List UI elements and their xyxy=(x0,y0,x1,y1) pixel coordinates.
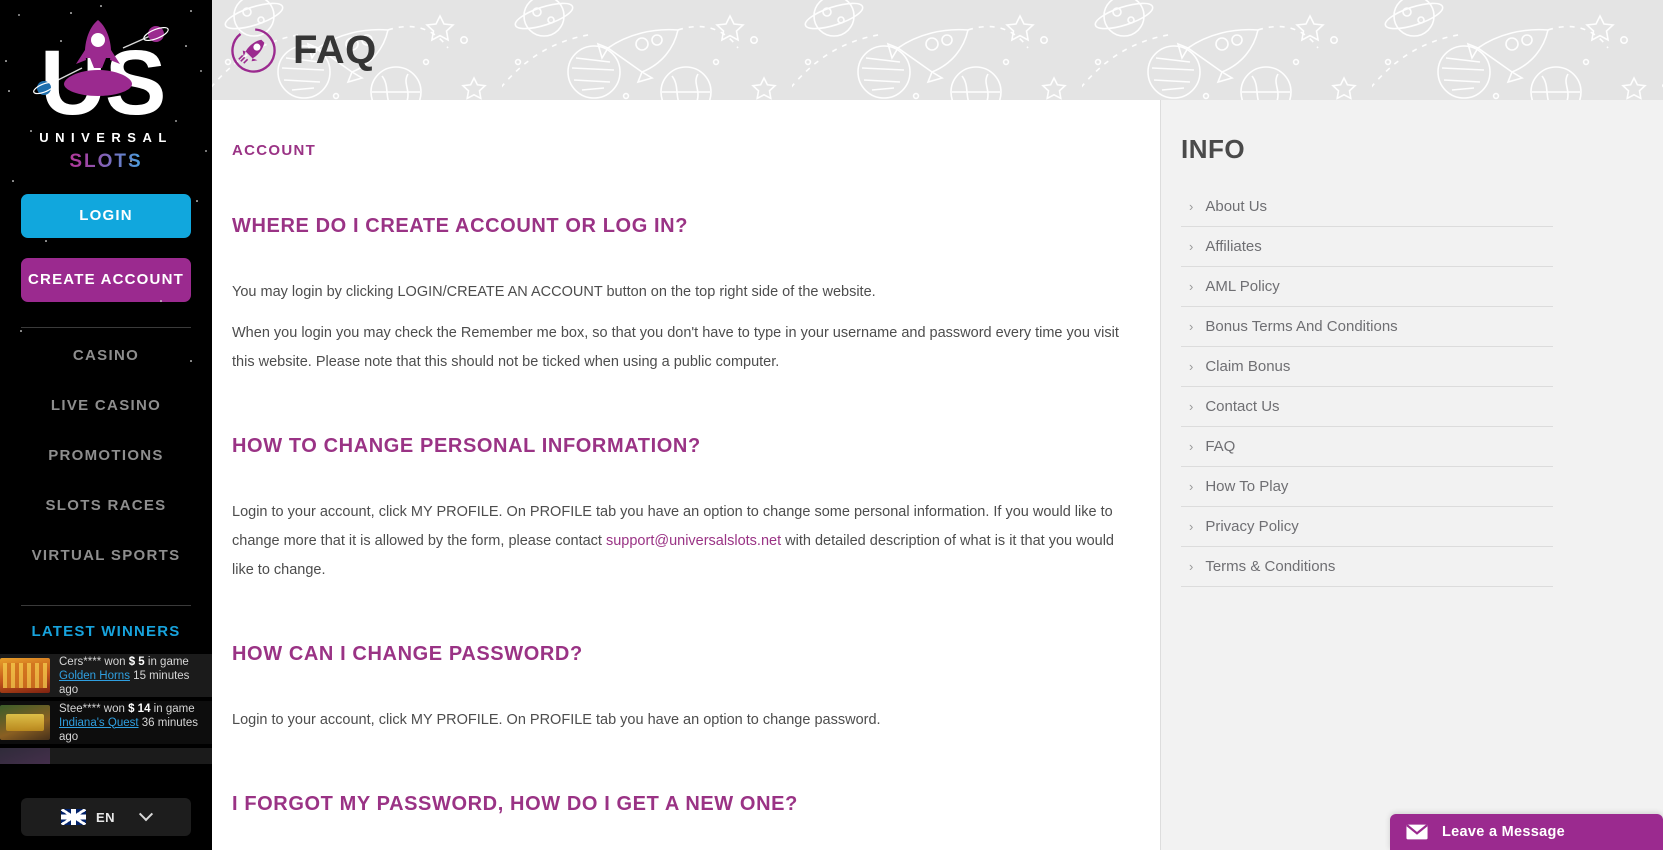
winner-amount: $ 5 xyxy=(128,655,145,668)
info-item-label: FAQ xyxy=(1205,438,1236,455)
rocket-circle-icon xyxy=(231,27,276,73)
page-title: FAQ xyxy=(293,27,377,72)
faq-answer-paragraph: When you login you may check the Remembe… xyxy=(232,325,1119,370)
info-panel-title: INFO xyxy=(1181,134,1246,164)
info-panel: INFO › About Us › Affiliates › AML Polic… xyxy=(1160,100,1663,850)
info-item-label: Privacy Policy xyxy=(1205,518,1299,535)
info-item-label: Terms & Conditions xyxy=(1205,558,1336,575)
rocket-logo-icon: U S xyxy=(33,20,169,130)
faq-entry: HOW TO CHANGE PERSONAL INFORMATION? Logi… xyxy=(232,435,1124,585)
leave-a-message-button[interactable]: Leave a Message xyxy=(1390,814,1663,850)
chevron-right-icon: › xyxy=(1189,519,1194,534)
info-item-label: AML Policy xyxy=(1205,278,1280,295)
faq-answer-paragraph: Login to your account, click MY PROFILE.… xyxy=(232,712,881,728)
chevron-down-icon xyxy=(138,807,154,822)
brand-logo[interactable]: U S UNIV xyxy=(0,0,212,178)
faq-question: HOW CAN I CHANGE PASSWORD? xyxy=(232,643,583,665)
winner-player: Stee**** xyxy=(59,702,101,715)
winner-in-game: in game xyxy=(153,702,195,715)
envelope-icon xyxy=(1406,824,1428,840)
winner-player: Cers**** xyxy=(59,655,102,668)
winner-amount: $ 14 xyxy=(128,702,151,715)
chevron-right-icon: › xyxy=(1189,559,1194,574)
chevron-right-icon: › xyxy=(1189,319,1194,334)
latest-winners-list: Cers**** won $ 5 in game Golden Horns 15… xyxy=(0,654,212,764)
info-item-label: Contact Us xyxy=(1205,398,1280,415)
brand-name-line2: SLOTS xyxy=(20,151,192,173)
body-row: ACCOUNT WHERE DO I CREATE ACCOUNT OR LOG… xyxy=(212,100,1663,850)
chevron-right-icon: › xyxy=(1189,359,1194,374)
sidebar-item-promotions[interactable]: PROMOTIONS xyxy=(0,430,212,480)
info-item-contact-us[interactable]: › Contact Us xyxy=(1181,387,1553,427)
game-thumbnail-indianas-quest xyxy=(0,705,50,740)
game-thumbnail-partial xyxy=(0,748,50,764)
info-item-how-to-play[interactable]: › How To Play xyxy=(1181,467,1553,507)
page-root: U S UNIV xyxy=(0,0,1663,850)
winner-list-item[interactable]: Stee**** won $ 14 in game Indiana's Ques… xyxy=(0,701,212,744)
main-area: FAQ ACCOUNT WHERE DO I CREATE ACCOUNT OR… xyxy=(212,0,1663,850)
login-button[interactable]: LOGIN xyxy=(21,194,191,238)
faq-section-title: ACCOUNT xyxy=(232,142,317,159)
winner-text: Cers**** won $ 5 in game Golden Horns 15… xyxy=(59,655,202,697)
faq-answer-paragraph: You may login by clicking LOGIN/CREATE A… xyxy=(232,284,876,300)
info-item-label: About Us xyxy=(1205,198,1268,215)
chevron-right-icon: › xyxy=(1189,399,1194,414)
sidebar-item-virtual-sports[interactable]: VIRTUAL SPORTS xyxy=(0,530,212,580)
info-item-label: Affiliates xyxy=(1205,238,1262,255)
faq-question: WHERE DO I CREATE ACCOUNT OR LOG IN? xyxy=(232,215,689,237)
info-item-about-us[interactable]: › About Us xyxy=(1181,187,1553,227)
info-item-affiliates[interactable]: › Affiliates xyxy=(1181,227,1553,267)
winner-won-word: won xyxy=(104,655,126,668)
latest-winners-title: LATEST WINNERS xyxy=(31,623,181,640)
uk-flag-icon xyxy=(60,809,86,825)
faq-entry: HOW CAN I CHANGE PASSWORD? Login to your… xyxy=(232,643,1124,735)
info-link-list: › About Us › Affiliates › AML Policy › B… xyxy=(1181,187,1553,587)
faq-answer-paragraph: Login to your account, click MY PROFILE.… xyxy=(232,498,1124,585)
info-item-claim-bonus[interactable]: › Claim Bonus xyxy=(1181,347,1553,387)
info-item-bonus-terms[interactable]: › Bonus Terms And Conditions xyxy=(1181,307,1553,347)
sidebar-nav: CASINO LIVE CASINO PROMOTIONS SLOTS RACE… xyxy=(0,328,212,580)
faq-question: I FORGOT MY PASSWORD, HOW DO I GET A NEW… xyxy=(232,793,798,815)
create-account-button[interactable]: CREATE ACCOUNT xyxy=(21,258,191,302)
support-email-link[interactable]: support@universalslots.net xyxy=(606,533,781,549)
info-item-privacy-policy[interactable]: › Privacy Policy xyxy=(1181,507,1553,547)
language-bar: EN xyxy=(0,784,212,850)
faq-entry: WHERE DO I CREATE ACCOUNT OR LOG IN? You… xyxy=(232,215,1124,377)
left-sidebar: U S UNIV xyxy=(0,0,212,850)
sidebar-item-slots-races[interactable]: SLOTS RACES xyxy=(0,480,212,530)
faq-question: HOW TO CHANGE PERSONAL INFORMATION? xyxy=(232,435,701,457)
sidebar-item-live-casino[interactable]: LIVE CASINO xyxy=(0,380,212,430)
brand-name-line1: UNIVERSAL xyxy=(39,130,173,145)
leave-a-message-label: Leave a Message xyxy=(1442,824,1565,840)
info-item-label: Bonus Terms And Conditions xyxy=(1205,318,1398,335)
info-item-aml-policy[interactable]: › AML Policy xyxy=(1181,267,1553,307)
info-item-terms-conditions[interactable]: › Terms & Conditions xyxy=(1181,547,1553,587)
chevron-right-icon: › xyxy=(1189,479,1194,494)
winner-in-game: in game xyxy=(147,655,189,668)
faq-entry: I FORGOT MY PASSWORD, HOW DO I GET A NEW… xyxy=(232,793,1124,816)
game-thumbnail-golden-horns xyxy=(0,658,50,693)
page-header: FAQ xyxy=(212,0,1663,100)
winner-text: Stee**** won $ 14 in game Indiana's Ques… xyxy=(59,702,202,744)
space-pattern-decoration xyxy=(212,0,1663,100)
winner-game-link[interactable]: Golden Horns xyxy=(59,670,130,682)
chevron-right-icon: › xyxy=(1189,239,1194,254)
info-item-label: How To Play xyxy=(1205,478,1289,495)
chevron-right-icon: › xyxy=(1189,199,1194,214)
winner-list-item[interactable]: Cers**** won $ 5 in game Golden Horns 15… xyxy=(0,654,212,697)
language-selector[interactable]: EN xyxy=(21,798,191,836)
language-code: EN xyxy=(95,809,116,825)
chevron-right-icon: › xyxy=(1189,439,1194,454)
info-item-faq[interactable]: › FAQ xyxy=(1181,427,1553,467)
chevron-right-icon: › xyxy=(1189,279,1194,294)
winner-list-item-partial[interactable] xyxy=(0,748,212,764)
winner-game-link[interactable]: Indiana's Quest xyxy=(59,717,139,729)
info-item-label: Claim Bonus xyxy=(1205,358,1291,375)
sidebar-item-casino[interactable]: CASINO xyxy=(0,330,212,380)
faq-content: ACCOUNT WHERE DO I CREATE ACCOUNT OR LOG… xyxy=(212,100,1160,850)
winner-won-word: won xyxy=(103,702,125,715)
